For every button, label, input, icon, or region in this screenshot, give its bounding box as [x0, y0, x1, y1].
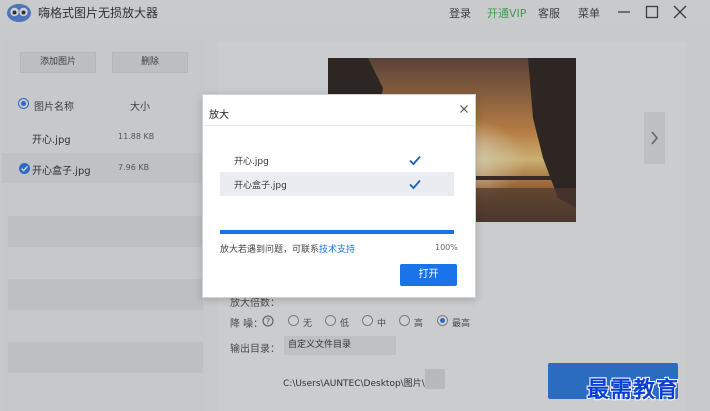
done-check-icon	[409, 155, 421, 166]
dialog-file-name: 开心.jpg	[234, 157, 269, 167]
dialog-divider	[203, 125, 475, 126]
progress-bar	[220, 230, 454, 234]
enlarge-dialog: 放大 开心.jpg 开心盒子.jpg 放大若遇到问题，可联系技术支持 100% …	[202, 94, 476, 298]
dialog-file-name: 开心盒子.jpg	[234, 181, 287, 191]
dialog-close-icon[interactable]	[457, 102, 471, 116]
open-button[interactable]: 打开	[400, 264, 457, 286]
progress-percent: 100%	[435, 243, 458, 252]
dialog-message: 放大若遇到问题，可联系技术支持	[220, 242, 355, 255]
dialog-file-row: 开心.jpg	[220, 148, 454, 172]
support-link[interactable]: 技术支持	[319, 245, 355, 255]
dialog-file-row: 开心盒子.jpg	[220, 172, 454, 196]
watermark: 最需教育	[587, 377, 680, 403]
dialog-title: 放大	[209, 110, 229, 121]
progress-fill	[220, 230, 454, 234]
dialog-message-text: 放大若遇到问题，可联系	[220, 245, 320, 255]
done-check-icon	[409, 179, 421, 190]
